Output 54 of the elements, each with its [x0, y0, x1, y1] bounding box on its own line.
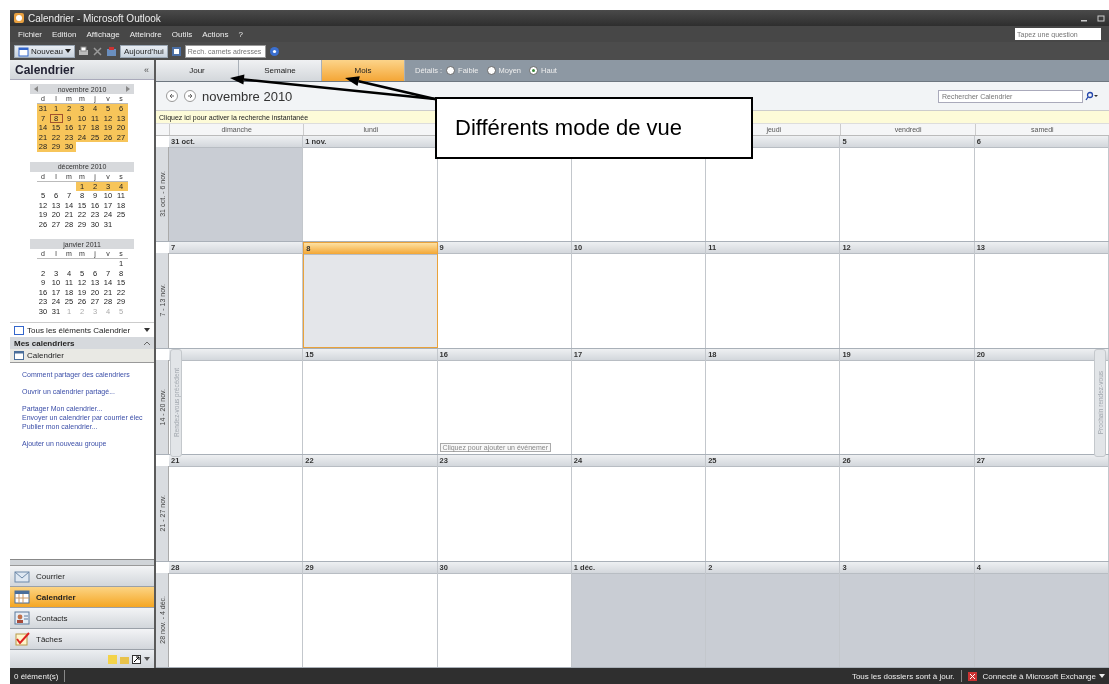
restore-icon[interactable] — [1097, 14, 1105, 22]
navigation-button[interactable]: Tâches — [10, 629, 154, 650]
pane-title: Calendrier — [15, 62, 75, 77]
view-tab[interactable]: Mois — [322, 60, 405, 81]
day-cell[interactable] — [169, 348, 304, 455]
annotation-tooltip: Différents mode de vue — [435, 97, 753, 159]
navigation-button[interactable]: Contacts — [10, 608, 154, 629]
calendar-icon — [14, 590, 30, 604]
checklist-icon — [14, 632, 30, 646]
exchange-logo-icon — [967, 671, 977, 681]
contact-card-icon — [14, 611, 30, 625]
pane-splitter[interactable] — [10, 559, 154, 566]
calendar-list-item[interactable]: Calendrier — [10, 349, 154, 363]
caret-icon — [144, 328, 150, 332]
menu-item[interactable]: Outils — [171, 29, 193, 39]
navigation-button[interactable]: Calendrier — [10, 587, 154, 608]
navigation-button[interactable]: Courrier — [10, 566, 154, 587]
previous-month-icon[interactable] — [33, 86, 39, 92]
envelope-icon — [14, 569, 30, 583]
app-logo-icon — [14, 13, 24, 23]
connection-status[interactable]: Connecté à Microsoft Exchange — [982, 671, 1105, 681]
caret-icon[interactable] — [144, 657, 150, 661]
menu-item[interactable]: Fichier — [18, 29, 42, 39]
sync-status: Tous les dossiers sont à jour. — [851, 671, 955, 681]
today-button[interactable]: Aujourd'hui — [120, 44, 168, 58]
menu-item[interactable]: Edition — [52, 29, 77, 39]
calendar-name: Calendrier — [27, 351, 64, 360]
menu-item[interactable]: Actions — [202, 29, 229, 39]
calendar-icon — [14, 351, 24, 360]
address-book-icon[interactable] — [170, 45, 182, 57]
search-icon[interactable] — [1085, 91, 1099, 101]
collapse-chevron-icon[interactable] — [144, 341, 150, 345]
section-title: Mes calendriers — [14, 338, 75, 348]
menu-item[interactable]: Affichage — [86, 29, 120, 39]
print-icon[interactable] — [78, 45, 90, 57]
caret-icon — [65, 49, 72, 53]
view-tab[interactable]: Semaine — [239, 60, 322, 81]
shortcut-icon[interactable] — [132, 654, 141, 664]
help-icon[interactable] — [268, 45, 280, 57]
month-title: novembre 2010 — [202, 88, 293, 104]
new-item-icon — [18, 45, 29, 57]
menu-item[interactable]: ? — [238, 29, 243, 39]
next-month-icon[interactable] — [125, 86, 131, 92]
calendar-page-icon — [14, 325, 24, 335]
collapse-pane-button[interactable]: « — [144, 64, 149, 75]
caret-icon — [1099, 674, 1105, 678]
item-count: 0 élément(s) — [14, 671, 59, 681]
new-button[interactable]: Nouveau — [14, 44, 76, 58]
back-arrow-icon[interactable] — [166, 90, 178, 102]
forward-arrow-icon[interactable] — [184, 90, 196, 102]
view-tab[interactable]: Jour — [156, 60, 239, 81]
move-to-folder-icon[interactable] — [106, 45, 118, 57]
menu-item[interactable]: Atteindre — [129, 29, 162, 39]
window-title: Calendrier - Microsoft Outlook — [28, 12, 161, 24]
